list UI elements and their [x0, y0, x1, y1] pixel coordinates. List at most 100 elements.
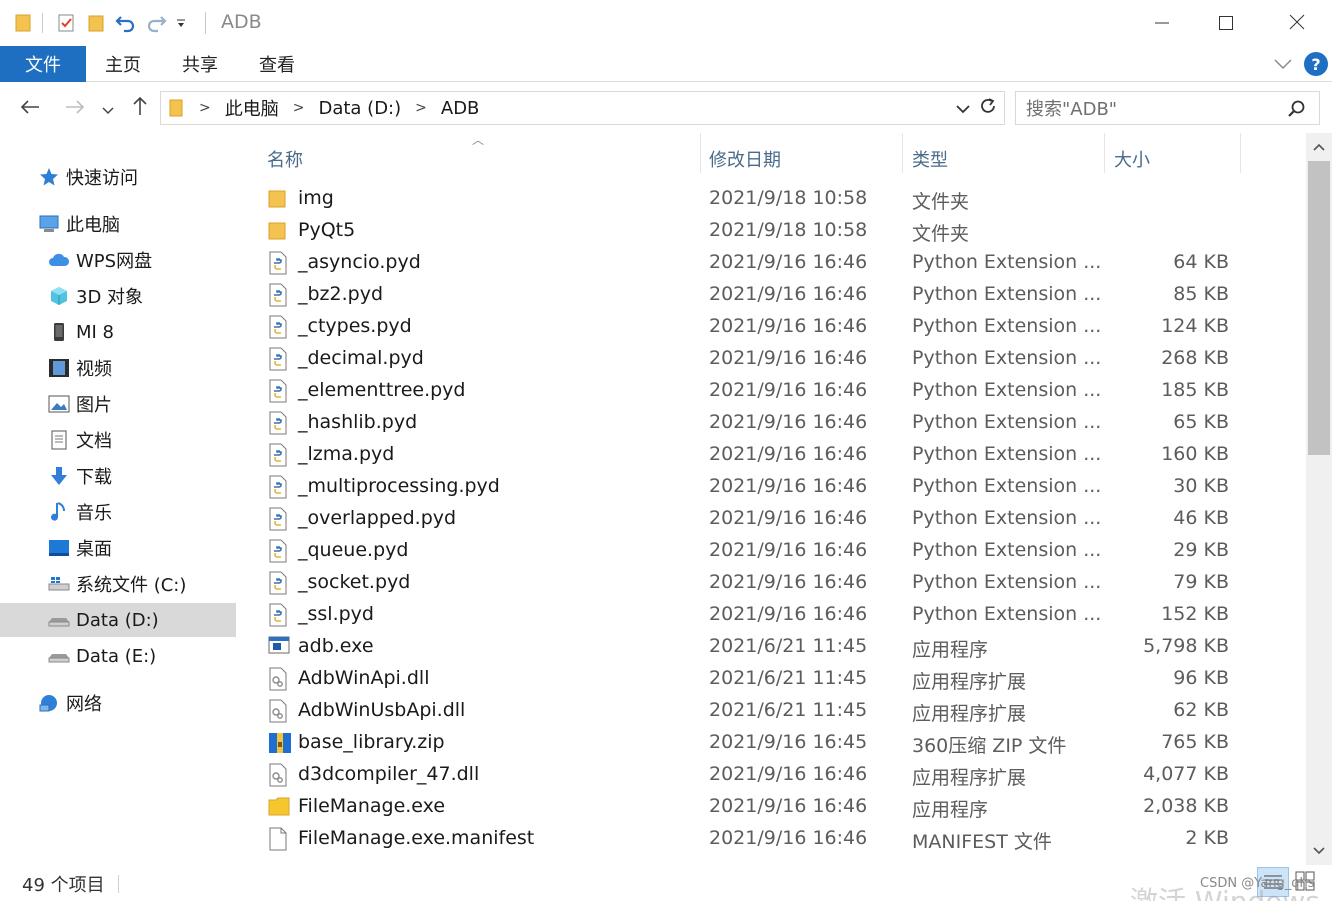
file-row[interactable]: img 2021/9/18 10:58 文件夹 [238, 183, 1306, 215]
python-file-icon [268, 507, 290, 531]
zip-icon [268, 731, 291, 755]
file-row[interactable]: _elementtree.pyd 2021/9/16 16:46 Python Ex… [238, 375, 1306, 407]
sidebar-item-mi8[interactable]: MI 8 [0, 315, 236, 349]
column-divider[interactable] [700, 133, 701, 173]
file-name: _lzma.pyd [298, 443, 395, 465]
tab-home[interactable]: 主页 [92, 46, 154, 82]
tab-share[interactable]: 共享 [169, 46, 231, 82]
column-date[interactable]: 修改日期 [709, 141, 899, 177]
scroll-thumb[interactable] [1308, 161, 1330, 455]
file-name: _ctypes.pyd [298, 315, 412, 337]
redo-icon[interactable] [145, 12, 167, 34]
folder-icon [169, 98, 183, 118]
sidebar-item-desktop[interactable]: 桌面 [0, 531, 236, 565]
sidebar-item-3d-objects[interactable]: 3D 对象 [0, 279, 236, 313]
qat-dropdown-icon[interactable] [175, 12, 187, 34]
file-row[interactable]: _asyncio.pyd 2021/9/16 16:46 Python Extens… [238, 247, 1306, 279]
file-row[interactable]: _socket.pyd 2021/9/16 16:46 Python Extensi… [238, 567, 1306, 599]
new-folder-icon[interactable] [85, 12, 107, 34]
address-bar[interactable]: > 此电脑 > Data (D:) > ADB [160, 91, 1005, 125]
scroll-up-button[interactable] [1306, 133, 1332, 161]
file-row[interactable]: _lzma.pyd 2021/9/16 16:46 Python Extension… [238, 439, 1306, 471]
close-button[interactable] [1262, 0, 1332, 46]
file-row[interactable]: FileManage.exe.manifest 2021/9/16 16:46 MA… [238, 823, 1306, 855]
file-row[interactable]: PyQt5 2021/9/18 10:58 文件夹 [238, 215, 1306, 247]
file-row[interactable]: AdbWinApi.dll 2021/6/21 11:45 应用程序扩展 96 KB [238, 663, 1306, 695]
file-row[interactable]: _bz2.pyd 2021/9/16 16:46 Python Extension … [238, 279, 1306, 311]
file-name: d3dcompiler_47.dll [298, 763, 480, 785]
navigation-pane: 快速访问 此电脑 WPS网盘 3D 对象 MI 8 视频 图片 文档 下载 音乐… [0, 133, 236, 865]
file-size: 152 KB [1161, 603, 1229, 625]
search-input[interactable]: 搜索"ADB" [1015, 91, 1320, 125]
file-row[interactable]: _multiprocessing.pyd 2021/9/16 16:46 Pytho… [238, 471, 1306, 503]
sidebar-item-label: 网络 [66, 694, 102, 715]
maximize-button[interactable] [1191, 0, 1261, 46]
sidebar-item-documents[interactable]: 文档 [0, 423, 236, 457]
file-row[interactable]: adb.exe 2021/6/21 11:45 应用程序 5,798 KB [238, 631, 1306, 663]
search-icon[interactable] [1288, 100, 1308, 120]
sidebar-item-drive-e[interactable]: Data (E:) [0, 639, 236, 673]
file-row[interactable]: _queue.pyd 2021/9/16 16:46 Python Extensio… [238, 535, 1306, 567]
python-file-icon [268, 251, 290, 275]
file-row[interactable]: base_library.zip 2021/9/16 16:45 360压缩 ZIP… [238, 727, 1306, 759]
address-dropdown-button[interactable] [954, 98, 972, 118]
column-name[interactable]: 名称 [267, 141, 687, 177]
expand-ribbon-button[interactable] [1270, 52, 1296, 76]
file-type: Python Extension ... [912, 347, 1102, 369]
sidebar-item-videos[interactable]: 视频 [0, 351, 236, 385]
file-row[interactable]: AdbWinUsbApi.dll 2021/6/21 11:45 应用程序扩展 62 … [238, 695, 1306, 727]
undo-icon[interactable] [115, 12, 137, 34]
column-divider[interactable] [902, 133, 903, 173]
file-type: 文件夹 [912, 191, 970, 213]
chevron-down-icon [1313, 845, 1325, 858]
sidebar-item-label: 3D 对象 [76, 287, 144, 308]
column-size[interactable]: 大小 [1114, 141, 1234, 177]
minimize-button[interactable] [1127, 0, 1197, 46]
breadcrumb-data-d[interactable]: Data (D:) [318, 98, 401, 119]
file-size: 2,038 KB [1143, 795, 1229, 817]
title-bar: ADB [0, 0, 1332, 46]
python-file-icon [268, 539, 290, 563]
sidebar-item-this-pc[interactable]: 此电脑 [0, 207, 236, 241]
up-button[interactable] [127, 95, 153, 121]
file-date: 2021/9/16 16:46 [709, 827, 868, 849]
properties-icon[interactable] [55, 12, 77, 34]
sidebar-item-pictures[interactable]: 图片 [0, 387, 236, 421]
column-divider[interactable] [1240, 133, 1241, 173]
file-type: Python Extension ... [912, 475, 1102, 497]
file-row[interactable]: d3dcompiler_47.dll 2021/9/16 16:46 应用程序扩展 4… [238, 759, 1306, 791]
file-row[interactable]: _decimal.pyd 2021/9/16 16:46 Python Extens… [238, 343, 1306, 375]
file-date: 2021/9/16 16:46 [709, 795, 868, 817]
sidebar-item-wps-drive[interactable]: WPS网盘 [0, 243, 236, 277]
sidebar-item-downloads[interactable]: 下载 [0, 459, 236, 493]
file-row[interactable]: _overlapped.pyd 2021/9/16 16:46 Python Ext… [238, 503, 1306, 535]
breadcrumb-separator: > [292, 100, 305, 116]
file-row[interactable]: _hashlib.pyd 2021/9/16 16:46 Python Extens… [238, 407, 1306, 439]
file-size: 2 KB [1185, 827, 1229, 849]
file-size: 30 KB [1173, 475, 1229, 497]
file-type: Python Extension ... [912, 379, 1102, 401]
tab-view[interactable]: 查看 [246, 46, 308, 82]
sidebar-item-network[interactable]: 网络 [0, 686, 236, 720]
vertical-scrollbar[interactable] [1306, 133, 1332, 865]
breadcrumb-adb[interactable]: ADB [441, 98, 480, 119]
sidebar-item-drive-c[interactable]: 系统文件 (C:) [0, 567, 236, 601]
file-row[interactable]: _ctypes.pyd 2021/9/16 16:46 Python Extensi… [238, 311, 1306, 343]
folder-icon[interactable] [12, 12, 34, 34]
breadcrumb-this-pc[interactable]: 此电脑 [225, 95, 279, 121]
recent-locations-button[interactable] [97, 95, 119, 121]
help-button[interactable]: ? [1304, 52, 1328, 76]
sidebar-item-quick-access[interactable]: 快速访问 [0, 160, 236, 194]
tab-file[interactable]: 文件 [0, 46, 86, 82]
file-name: base_library.zip [298, 731, 445, 753]
back-button[interactable] [17, 95, 43, 121]
column-divider[interactable] [1104, 133, 1105, 173]
refresh-button[interactable] [976, 96, 1000, 120]
forward-button[interactable] [62, 95, 88, 121]
scroll-down-button[interactable] [1306, 837, 1332, 865]
sidebar-item-drive-d[interactable]: Data (D:) [0, 603, 236, 637]
file-row[interactable]: FileManage.exe 2021/9/16 16:46 应用程序 2,038 K… [238, 791, 1306, 823]
column-type[interactable]: 类型 [912, 141, 1102, 177]
file-row[interactable]: _ssl.pyd 2021/9/16 16:46 Python Extension … [238, 599, 1306, 631]
sidebar-item-music[interactable]: 音乐 [0, 495, 236, 529]
